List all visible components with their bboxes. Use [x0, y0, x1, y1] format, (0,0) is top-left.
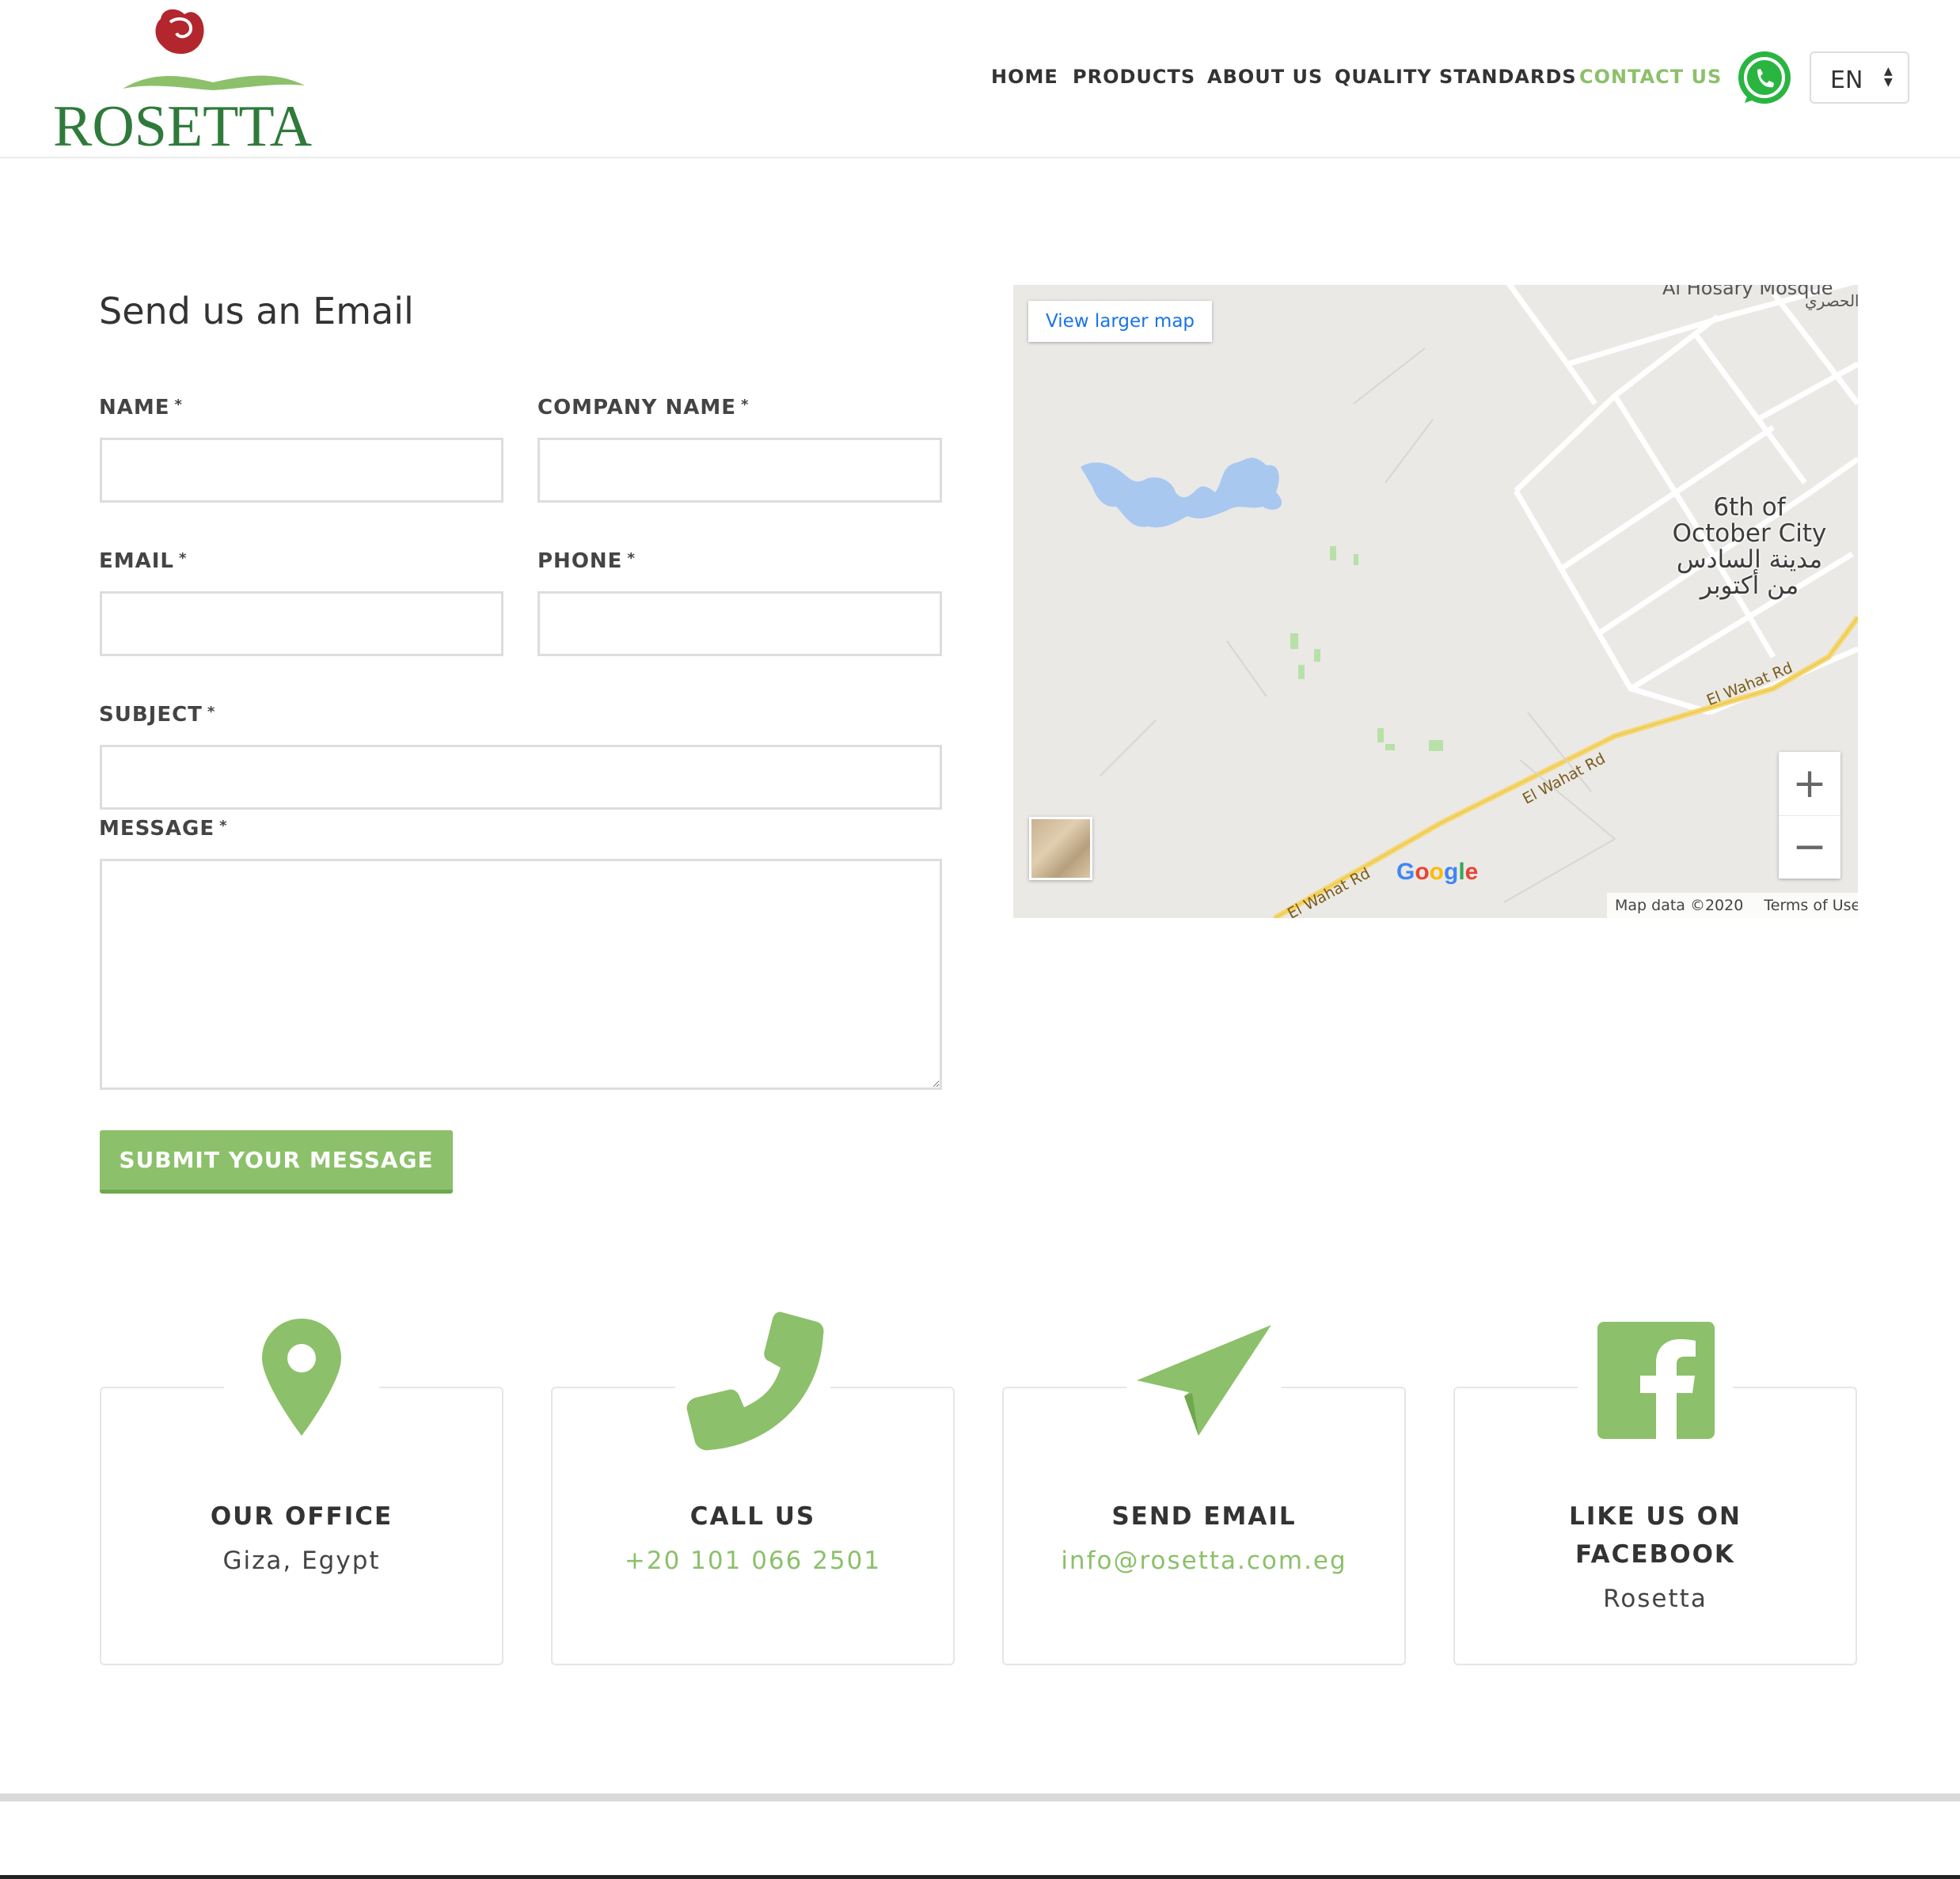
office-card: OUR OFFICE Giza, Egypt: [100, 1319, 503, 1665]
zoom-out-button[interactable]: −: [1779, 815, 1840, 879]
facebook-icon[interactable]: [1597, 1322, 1715, 1439]
google-logo: Google: [1396, 859, 1479, 885]
map-poi-label-ar: الحصري: [1805, 291, 1858, 310]
phone-field[interactable]: [537, 591, 942, 656]
nav-contact-us[interactable]: CONTACT US: [1579, 66, 1722, 88]
company-name-field[interactable]: [537, 438, 942, 503]
google-map[interactable]: Al Hosary Mosque الحصري 6th of October C…: [1013, 285, 1858, 918]
rosetta-logo[interactable]: ROSETTA: [44, 0, 384, 159]
email-link[interactable]: info@rosetta.com.eg: [1004, 1547, 1404, 1575]
phone-label: PHONE *: [537, 549, 636, 573]
email-label: EMAIL *: [99, 549, 188, 573]
name-field[interactable]: [100, 438, 503, 503]
nav-products[interactable]: PRODUCTS: [1073, 66, 1195, 88]
select-arrows-icon: ▲ ▼: [1884, 65, 1893, 89]
phone-number-link[interactable]: +20 101 066 2501: [553, 1547, 953, 1575]
nav-home[interactable]: HOME: [991, 66, 1058, 88]
page-bottom-edge: [0, 1875, 1960, 1879]
form-title: Send us an Email: [99, 290, 414, 332]
svg-text:ROSETTA: ROSETTA: [53, 94, 312, 157]
map-attribution: Map data ©2020 Terms of Use: [1607, 893, 1858, 918]
map-tiles: [1013, 285, 1858, 918]
zoom-in-button[interactable]: +: [1779, 752, 1840, 816]
subject-field[interactable]: [100, 745, 942, 810]
paper-plane-icon: [1137, 1325, 1271, 1436]
map-terms-link[interactable]: Terms of Use: [1764, 897, 1858, 914]
map-city-label: 6th of October City مدينة السادس من أكتو…: [1672, 493, 1827, 600]
call-card: CALL US +20 101 066 2501: [551, 1312, 955, 1665]
language-select[interactable]: EN ▲ ▼: [1810, 51, 1909, 104]
message-label: MESSAGE *: [99, 817, 228, 841]
footer-divider: [0, 1794, 1960, 1801]
nav-quality-standards[interactable]: QUALITY STANDARDS: [1335, 66, 1577, 88]
card-title: SEND EMAIL: [1111, 1502, 1297, 1531]
subject-label: SUBJECT *: [99, 703, 216, 727]
view-larger-map-link[interactable]: View larger map: [1028, 301, 1212, 342]
card-title: LIKE US ON FACEBOOK: [1569, 1502, 1742, 1569]
map-zoom-controls: + −: [1779, 752, 1840, 879]
company-name-label: COMPANY NAME *: [537, 396, 750, 419]
map-data-credit: Map data ©2020: [1615, 897, 1744, 914]
card-title: CALL US: [689, 1502, 816, 1531]
facebook-page-name[interactable]: Rosetta: [1455, 1585, 1856, 1613]
submit-button[interactable]: SUBMIT YOUR MESSAGE: [100, 1130, 453, 1194]
office-location: Giza, Egypt: [222, 1547, 381, 1575]
language-value: EN: [1830, 66, 1863, 94]
nav-about-us[interactable]: ABOUT US: [1207, 66, 1323, 88]
email-card: SEND EMAIL info@rosetta.com.eg: [1002, 1325, 1406, 1665]
facebook-card: LIKE US ON FACEBOOK Rosetta: [1453, 1322, 1857, 1665]
rose-logo-icon: ROSETTA: [53, 9, 312, 159]
satellite-toggle[interactable]: [1029, 817, 1092, 880]
message-field[interactable]: [100, 859, 942, 1090]
email-field[interactable]: [100, 591, 503, 656]
phone-icon: [686, 1312, 824, 1451]
card-title: OUR OFFICE: [210, 1502, 393, 1531]
location-pin-icon: [262, 1319, 341, 1436]
whatsapp-icon[interactable]: [1735, 47, 1794, 109]
name-label: NAME *: [99, 396, 183, 419]
site-header: ROSETTA HOME PRODUCTS ABOUT US QUALITY S…: [0, 0, 1960, 159]
